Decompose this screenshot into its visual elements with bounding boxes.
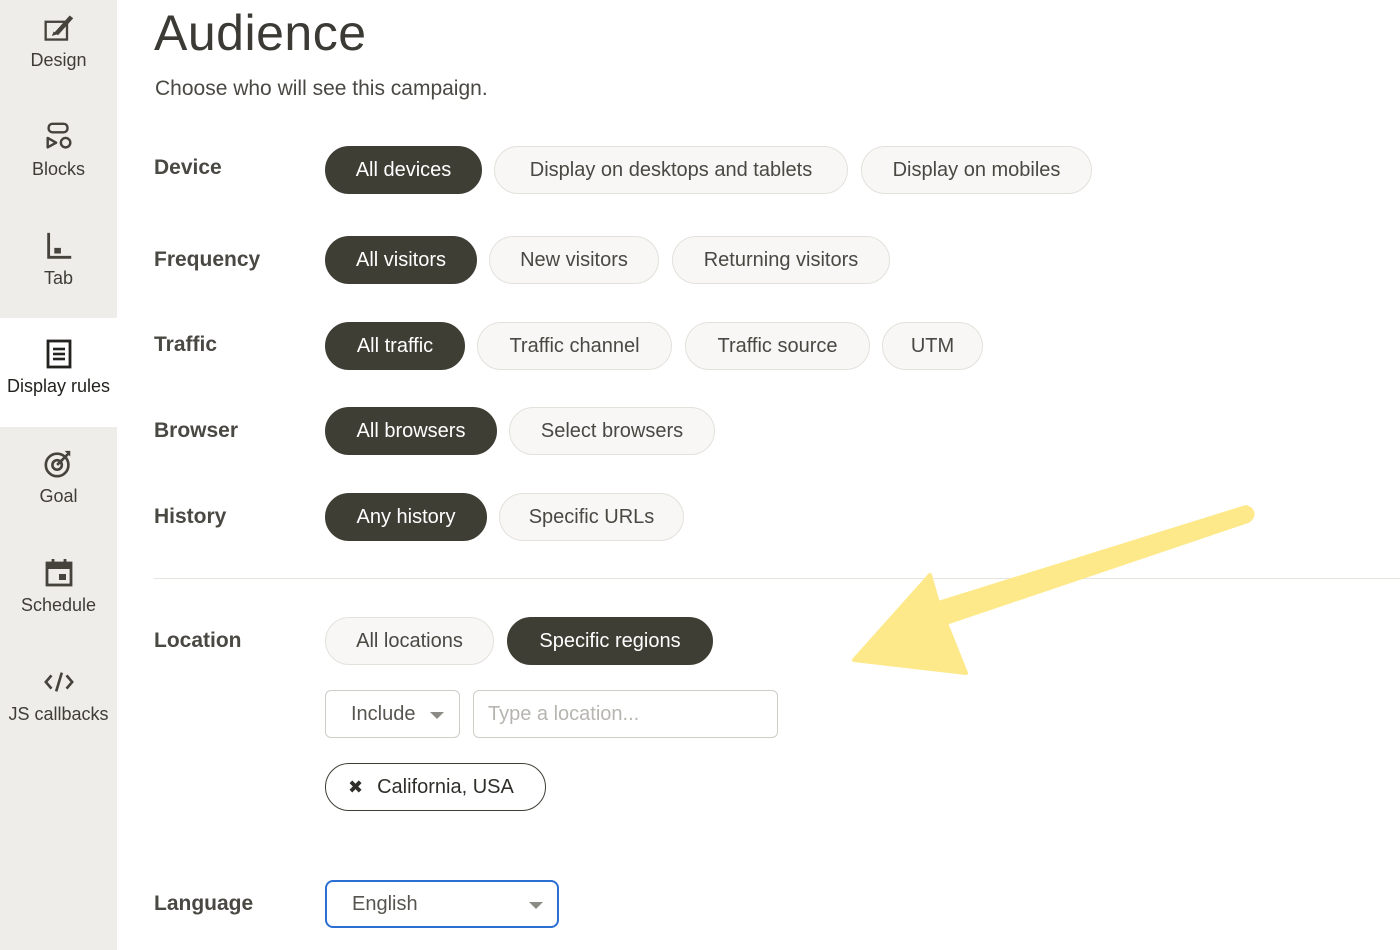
location-tag-label: California, USA <box>377 775 514 798</box>
frequency-option-new-visitors[interactable]: New visitors <box>489 236 659 284</box>
sidebar-item-design[interactable]: Design <box>0 0 117 109</box>
sidebar-item-schedule[interactable]: Schedule <box>0 545 117 654</box>
sidebar-item-label: Tab <box>43 268 74 288</box>
chevron-down-icon <box>529 902 543 909</box>
device-label: Device <box>154 156 222 179</box>
tab-icon <box>43 230 75 262</box>
traffic-option-utm[interactable]: UTM <box>882 322 983 370</box>
traffic-option-traffic-channel[interactable]: Traffic channel <box>477 322 672 370</box>
design-icon <box>43 12 75 44</box>
location-option-specific-regions[interactable]: Specific regions <box>507 617 713 665</box>
device-option-all-devices[interactable]: All devices <box>325 146 482 194</box>
traffic-option-traffic-source[interactable]: Traffic source <box>685 322 870 370</box>
blocks-icon <box>43 121 75 153</box>
sidebar-item-display-rules[interactable]: Display rules <box>0 318 117 427</box>
location-mode-value: Include <box>351 702 416 725</box>
annotation-arrow-icon <box>852 505 1255 675</box>
page-title: Audience <box>154 5 367 61</box>
close-icon[interactable]: ✖ <box>348 777 363 798</box>
display-rules-icon <box>43 338 75 370</box>
traffic-label: Traffic <box>154 333 218 356</box>
frequency-option-all-visitors[interactable]: All visitors <box>325 236 477 284</box>
sidebar-item-label: Goal <box>39 486 78 506</box>
code-icon <box>43 666 75 698</box>
chevron-down-icon <box>430 712 444 719</box>
frequency-option-returning-visitors[interactable]: Returning visitors <box>672 236 890 284</box>
language-select[interactable]: English <box>325 880 559 928</box>
traffic-option-all-traffic[interactable]: All traffic <box>325 322 465 370</box>
sidebar-item-blocks[interactable]: Blocks <box>0 109 117 218</box>
history-option-specific-urls[interactable]: Specific URLs <box>499 493 684 541</box>
sidebar-item-js-callbacks[interactable]: JS callbacks <box>0 654 117 763</box>
sidebar-item-tab[interactable]: Tab <box>0 218 117 327</box>
sidebar-item-label: Blocks <box>31 159 85 179</box>
sidebar-item-label: Display rules <box>6 376 111 396</box>
location-mode-select[interactable]: Include <box>325 690 460 738</box>
device-option-mobiles[interactable]: Display on mobiles <box>861 146 1092 194</box>
sidebar-item-goal[interactable]: Goal <box>0 436 117 545</box>
location-option-all-locations[interactable]: All locations <box>325 617 494 665</box>
goal-icon <box>43 448 75 480</box>
frequency-label: Frequency <box>154 248 261 271</box>
browser-label: Browser <box>154 419 239 442</box>
browser-option-all-browsers[interactable]: All browsers <box>325 407 497 455</box>
language-select-value: English <box>352 892 418 915</box>
sidebar: Design Blocks Tab Display rules Goal Sch… <box>0 0 117 950</box>
sidebar-item-label: Schedule <box>20 595 97 615</box>
device-option-desktops-tablets[interactable]: Display on desktops and tablets <box>494 146 848 194</box>
sidebar-item-label: JS callbacks <box>8 704 109 724</box>
page-subtitle: Choose who will see this campaign. <box>155 77 488 100</box>
calendar-icon <box>43 557 75 589</box>
language-label: Language <box>154 892 254 915</box>
sidebar-item-label: Design <box>30 50 87 70</box>
location-search-input[interactable] <box>473 690 778 738</box>
history-option-any-history[interactable]: Any history <box>325 493 487 541</box>
browser-option-select-browsers[interactable]: Select browsers <box>509 407 715 455</box>
history-label: History <box>154 505 227 528</box>
location-label: Location <box>154 629 242 652</box>
location-tag: ✖ California, USA <box>325 763 546 811</box>
